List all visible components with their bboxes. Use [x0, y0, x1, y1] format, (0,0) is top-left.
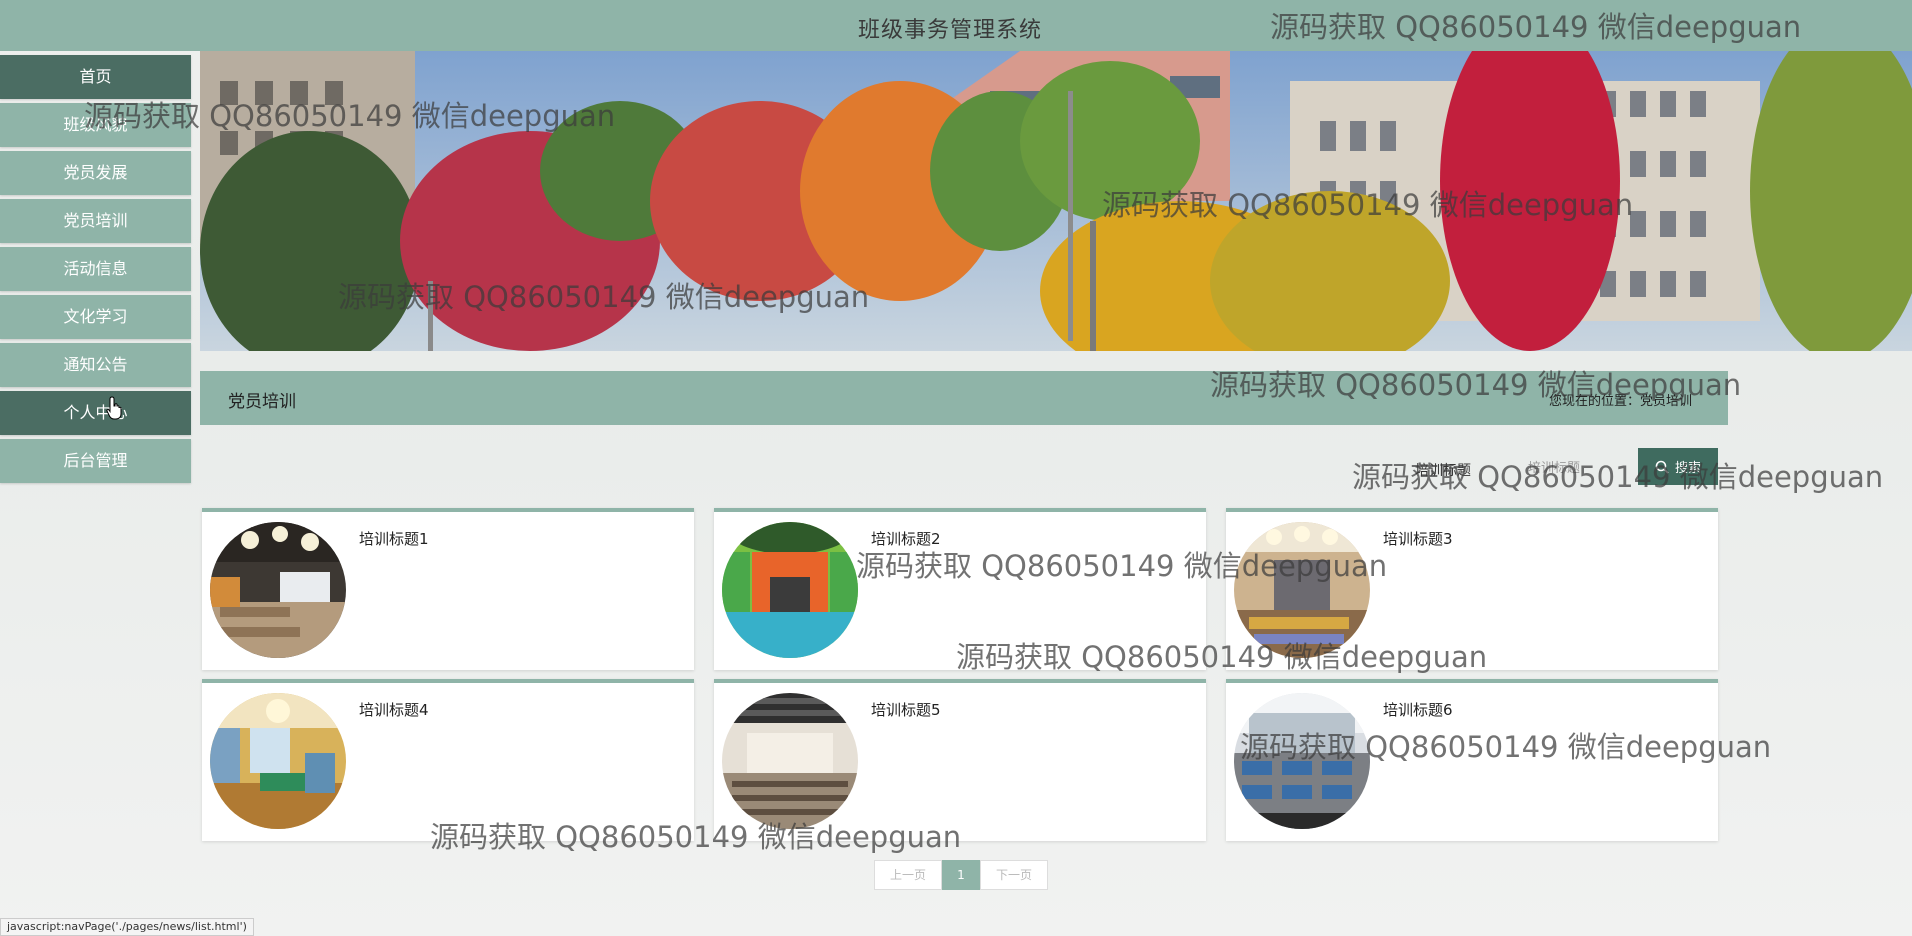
training-card[interactable]: 培训标题5 [714, 679, 1206, 841]
training-thumbnail[interactable] [722, 522, 858, 658]
training-title[interactable]: 培训标题5 [871, 699, 941, 720]
campus-banner-image [200, 51, 1912, 351]
sidebar-item-culture-study[interactable]: 文化学习 [0, 295, 191, 339]
sidebar-item-admin[interactable]: 后台管理 [0, 439, 191, 483]
sidebar-item-activity-info[interactable]: 活动信息 [0, 247, 191, 291]
browser-status-bar: javascript:navPage('./pages/news/list.ht… [0, 918, 254, 936]
site-title: 班级事务管理系统 [857, 18, 1042, 43]
training-card[interactable]: 培训标题6 [1226, 679, 1718, 841]
current-page-button[interactable]: 1 [942, 860, 980, 890]
search-button[interactable]: 搜索 [1638, 448, 1718, 485]
prev-page-button[interactable]: 上一页 [874, 860, 942, 890]
breadcrumb: 您现在的位置：党员培训 [1548, 394, 1692, 409]
pagination: 上一页 1 下一页 [874, 860, 1048, 890]
training-title[interactable]: 培训标题6 [1383, 699, 1453, 720]
training-card[interactable]: 培训标题4 [202, 679, 694, 841]
header-bar: 班级事务管理系统 [0, 0, 1912, 51]
training-card[interactable]: 培训标题3 [1226, 508, 1718, 670]
sidebar-item-notices[interactable]: 通知公告 [0, 343, 191, 387]
section-title: 党员培训 [228, 392, 296, 412]
training-title[interactable]: 培训标题1 [359, 528, 429, 549]
section-header: 党员培训 您现在的位置：党员培训 [200, 371, 1728, 425]
training-title[interactable]: 培训标题4 [359, 699, 429, 720]
sidebar-item-personal-center[interactable]: 个人中心 [0, 391, 191, 435]
training-card[interactable]: 培训标题1 [202, 508, 694, 670]
training-thumbnail[interactable] [722, 693, 858, 829]
training-card[interactable]: 培训标题2 [714, 508, 1206, 670]
sidebar-nav: 首页 班级风貌 党员发展 党员培训 活动信息 文化学习 通知公告 个人中心 后台… [0, 51, 191, 487]
training-thumbnail[interactable] [210, 693, 346, 829]
training-title[interactable]: 培训标题2 [871, 528, 941, 549]
search-input[interactable] [1520, 454, 1630, 482]
sidebar-item-member-training[interactable]: 党员培训 [0, 199, 191, 243]
search-icon [1655, 460, 1669, 474]
training-thumbnail[interactable] [210, 522, 346, 658]
search-button-label: 搜索 [1674, 461, 1701, 476]
search-label: 培训标题 [1415, 463, 1471, 479]
sidebar-item-member-development[interactable]: 党员发展 [0, 151, 191, 195]
sidebar-item-class-style[interactable]: 班级风貌 [0, 103, 191, 147]
training-thumbnail[interactable] [1234, 522, 1370, 658]
training-thumbnail[interactable] [1234, 693, 1370, 829]
training-title[interactable]: 培训标题3 [1383, 528, 1453, 549]
hand-cursor-icon [106, 396, 122, 420]
sidebar-item-home[interactable]: 首页 [0, 55, 191, 99]
next-page-button[interactable]: 下一页 [980, 860, 1048, 890]
